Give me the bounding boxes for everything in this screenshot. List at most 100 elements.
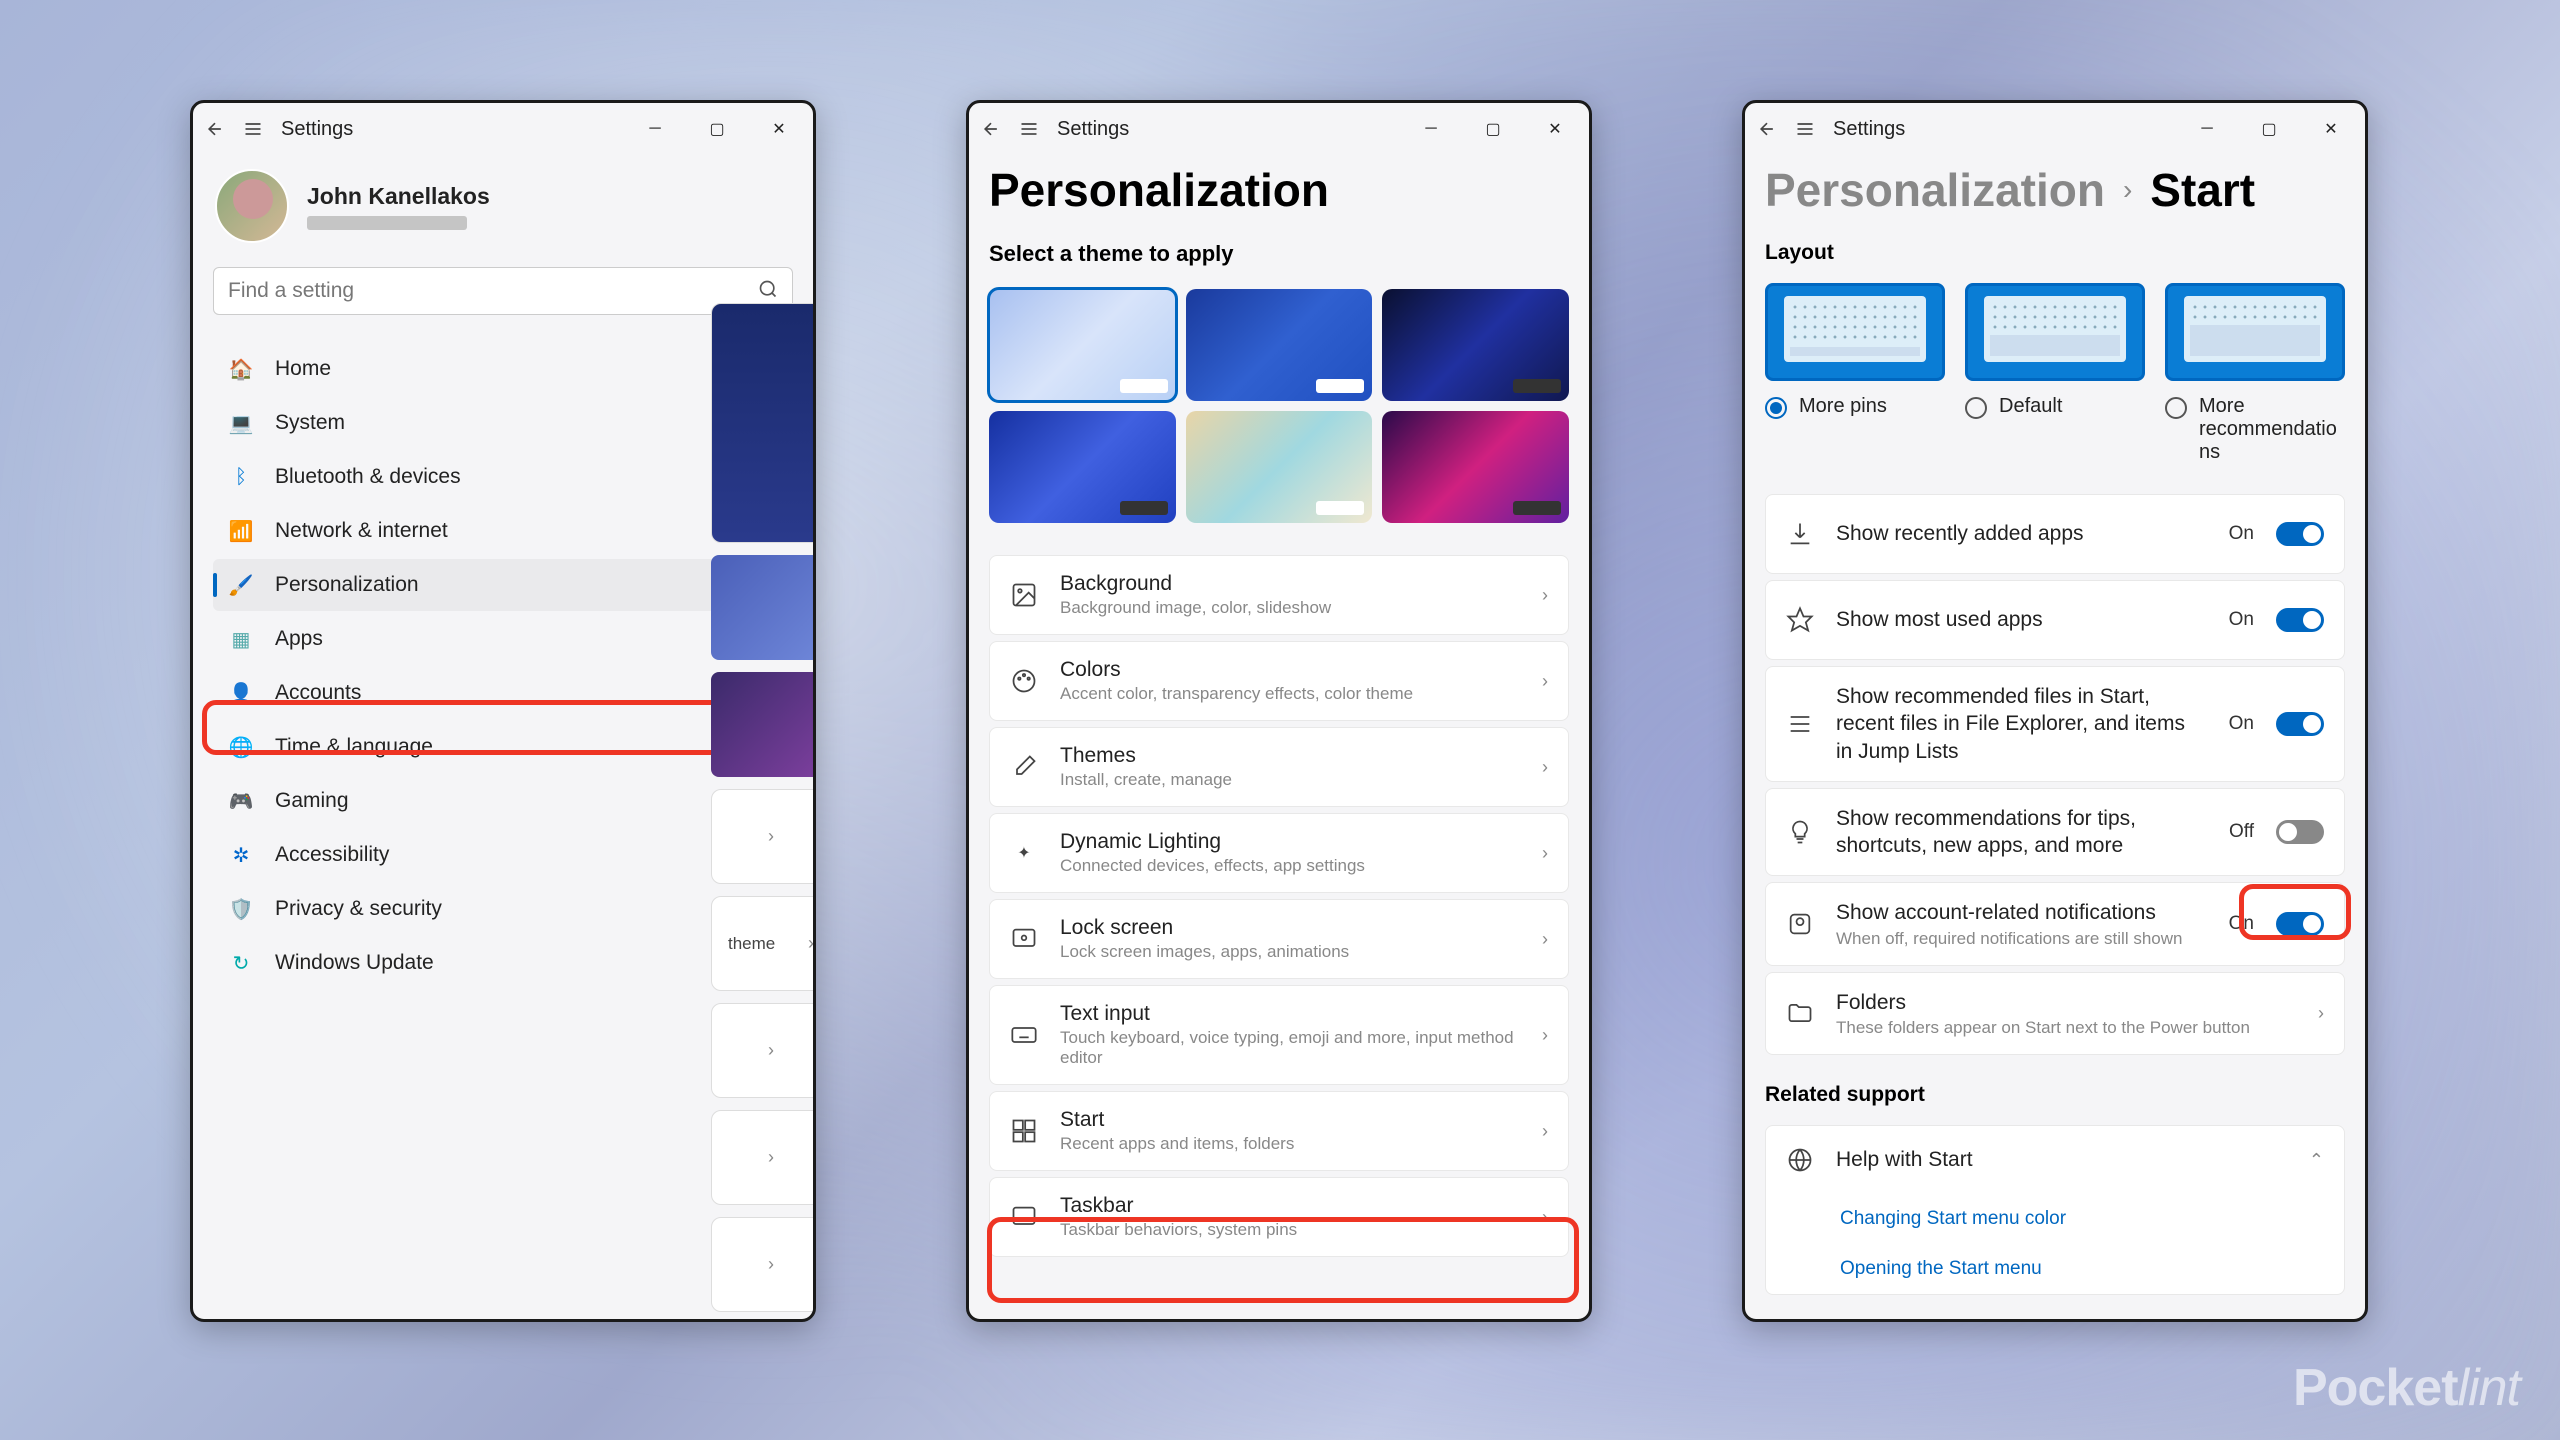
bulb-icon	[1786, 818, 1814, 846]
download-icon	[1786, 520, 1814, 548]
theme-tile-light[interactable]	[989, 289, 1176, 401]
minimize-button[interactable]: ─	[1409, 114, 1453, 144]
theme-tile-sunrise[interactable]	[1186, 411, 1373, 523]
folder-icon	[1786, 999, 1814, 1027]
chevron-right-icon: ›	[768, 1254, 774, 1275]
nav-apps[interactable]: ▦Apps	[213, 613, 793, 665]
palette-icon	[1010, 667, 1038, 695]
titlebar: Settings ─ ▢ ✕	[1745, 103, 2365, 155]
hamburger-icon[interactable]	[243, 119, 263, 139]
minimize-button[interactable]: ─	[633, 114, 677, 144]
theme-tile-flow[interactable]	[1382, 411, 1569, 523]
card-dynamic-lighting[interactable]: ✦Dynamic LightingConnected devices, effe…	[989, 813, 1569, 893]
radio-default[interactable]: Default	[1965, 395, 2145, 464]
search-input[interactable]	[228, 279, 748, 303]
toggle-switch[interactable]	[2276, 608, 2324, 632]
toggle-switch[interactable]	[2276, 522, 2324, 546]
peek-card[interactable]: ›	[711, 1003, 813, 1098]
chevron-right-icon: ›	[768, 1040, 774, 1061]
window-title: Settings	[1057, 118, 1129, 141]
maximize-button[interactable]: ▢	[695, 114, 739, 144]
layout-more-pins[interactable]	[1765, 283, 1945, 381]
radio-icon	[1965, 397, 1987, 419]
card-folders[interactable]: FoldersThese folders appear on Start nex…	[1765, 972, 2345, 1055]
card-text-input[interactable]: Text inputTouch keyboard, voice typing, …	[989, 985, 1569, 1085]
card-start[interactable]: StartRecent apps and items, folders›	[989, 1091, 1569, 1171]
layout-radios: More pins Default More recommendations	[1765, 395, 2345, 464]
breadcrumb-parent[interactable]: Personalization	[1765, 163, 2105, 217]
radio-more-recs[interactable]: More recommendations	[2165, 395, 2345, 464]
card-colors[interactable]: ColorsAccent color, transparency effects…	[989, 641, 1569, 721]
search-box[interactable]	[213, 267, 793, 315]
nav-privacy[interactable]: 🛡️Privacy & security	[213, 883, 793, 935]
nav-gaming[interactable]: 🎮Gaming	[213, 775, 793, 827]
settings-window-main: Settings ─ ▢ ✕ John Kanellakos 🏠Home 💻Sy…	[190, 100, 816, 1322]
hamburger-icon[interactable]	[1019, 119, 1039, 139]
layout-default[interactable]	[1965, 283, 2145, 381]
hamburger-icon[interactable]	[1795, 119, 1815, 139]
gaming-icon: 🎮	[229, 789, 253, 813]
close-button[interactable]: ✕	[757, 114, 801, 144]
peek-card[interactable]: theme›	[711, 896, 813, 991]
theme-tile-blue[interactable]	[1186, 289, 1373, 401]
layout-options	[1765, 283, 2345, 381]
theme-tile-bluebloom[interactable]	[989, 411, 1176, 523]
sparkle-icon: ✦	[1010, 839, 1038, 867]
back-button[interactable]	[1757, 119, 1777, 139]
help-link-open[interactable]: Opening the Start menu	[1766, 1244, 2344, 1294]
nav-bluetooth[interactable]: ᛒBluetooth & devices	[213, 451, 793, 503]
nav-home[interactable]: 🏠Home	[213, 343, 793, 395]
minimize-button[interactable]: ─	[2185, 114, 2229, 144]
nav-accounts[interactable]: 👤Accounts	[213, 667, 793, 719]
toggle-recently-added: Show recently added appsOn	[1765, 494, 2345, 574]
peek-thumb	[711, 672, 813, 777]
toggle-most-used: Show most used appsOn	[1765, 580, 2345, 660]
card-themes[interactable]: ThemesInstall, create, manage›	[989, 727, 1569, 807]
chevron-right-icon: ›	[1542, 1121, 1548, 1142]
start-icon	[1010, 1117, 1038, 1145]
back-button[interactable]	[205, 119, 225, 139]
card-lock-screen[interactable]: Lock screenLock screen images, apps, ani…	[989, 899, 1569, 979]
highlight-toggle-off	[2239, 884, 2351, 940]
radio-more-pins[interactable]: More pins	[1765, 395, 1945, 464]
peek-card[interactable]: ›	[711, 789, 813, 884]
home-icon: 🏠	[229, 357, 253, 381]
start-toggles: Show recently added appsOn Show most use…	[1765, 494, 2345, 1055]
watermark: Pocketlint	[2293, 1358, 2520, 1418]
toggle-switch[interactable]	[2276, 712, 2324, 736]
peek-preview-card	[711, 303, 813, 543]
maximize-button[interactable]: ▢	[1471, 114, 1515, 144]
nav-network[interactable]: 📶Network & internet	[213, 505, 793, 557]
peek-card[interactable]: ›	[711, 1217, 813, 1312]
nav-personalization[interactable]: 🖌️Personalization	[213, 559, 793, 611]
layout-heading: Layout	[1765, 241, 2345, 283]
chevron-right-icon: ›	[768, 1147, 774, 1168]
maximize-button[interactable]: ▢	[2247, 114, 2291, 144]
theme-tile-dark[interactable]	[1382, 289, 1569, 401]
nav-time[interactable]: 🌐Time & language	[213, 721, 793, 773]
chevron-right-icon: ›	[808, 933, 813, 954]
close-button[interactable]: ✕	[2309, 114, 2353, 144]
nav-update[interactable]: ↻Windows Update	[213, 937, 793, 989]
back-button[interactable]	[981, 119, 1001, 139]
theme-grid	[989, 289, 1569, 523]
nav-accessibility[interactable]: ✲Accessibility	[213, 829, 793, 881]
profile-block[interactable]: John Kanellakos	[213, 155, 793, 267]
toggle-switch[interactable]	[2276, 820, 2324, 844]
help-header[interactable]: Help with Start⌃	[1766, 1126, 2344, 1194]
help-link-color[interactable]: Changing Start menu color	[1766, 1194, 2344, 1244]
peek-card[interactable]: ›	[711, 1110, 813, 1205]
privacy-icon: 🛡️	[229, 897, 253, 921]
highlight-start	[987, 1217, 1579, 1303]
layout-more-recs[interactable]	[2165, 283, 2345, 381]
chevron-right-icon: ›	[1542, 757, 1548, 778]
brush-icon	[1010, 753, 1038, 781]
nav-list: 🏠Home 💻System ᛒBluetooth & devices 📶Netw…	[213, 343, 793, 989]
nav-system[interactable]: 💻System	[213, 397, 793, 449]
chevron-right-icon: ›	[2123, 174, 2132, 206]
toggle-recommended-files: Show recommended files in Start, recent …	[1765, 666, 2345, 782]
star-icon	[1786, 606, 1814, 634]
close-button[interactable]: ✕	[1533, 114, 1577, 144]
card-background[interactable]: BackgroundBackground image, color, slide…	[989, 555, 1569, 635]
peek-thumb	[711, 555, 813, 660]
